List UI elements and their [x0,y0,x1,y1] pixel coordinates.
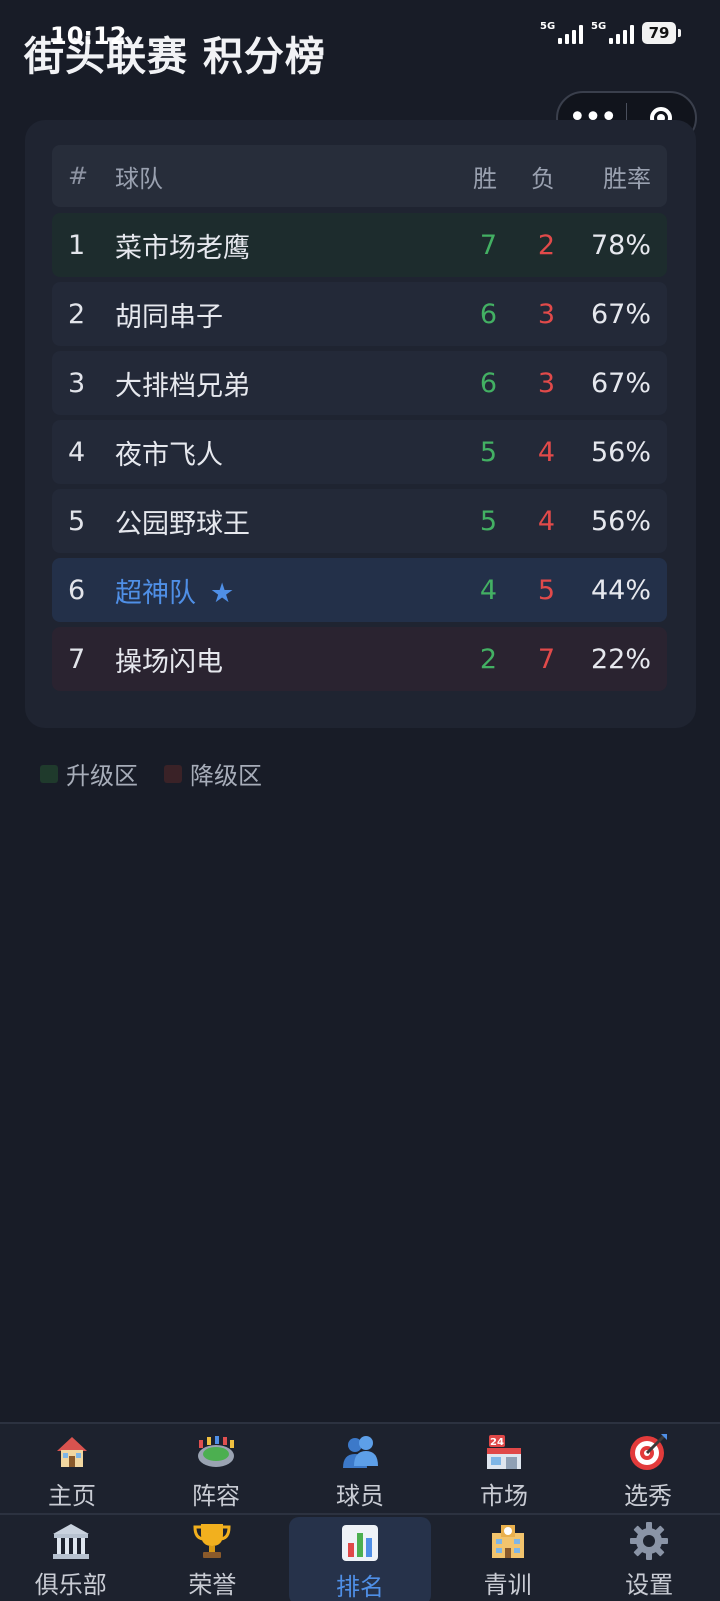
row-team: 操场闪电 [115,646,223,678]
nav-label: 设置 [625,1571,674,1599]
row-win-rate: 67% [590,298,651,330]
house-icon [52,1432,92,1472]
nav-label: 选秀 [624,1482,672,1510]
row-rank: 6 [68,574,86,606]
nav-item-players[interactable]: 球员 [288,1424,432,1512]
nav-item-club[interactable]: 俱乐部 [0,1515,142,1601]
nav-label: 排名 [335,1573,384,1601]
promotion-label: 升级区 [66,762,138,790]
relegation-swatch [164,764,182,783]
row-team: 菜市场老鹰 [115,232,250,264]
battery-level: 79 [648,24,670,42]
nav-item-draft[interactable]: 选秀 [576,1424,720,1512]
school-icon [488,1521,528,1561]
table-row[interactable]: 1 菜市场老鹰 7 2 78% [52,213,667,277]
table-row[interactable]: 7 操场闪电 2 7 22% [52,627,667,691]
row-win-rate: 67% [590,367,651,399]
network-type-1: 5G [540,21,556,32]
stadium-icon [196,1432,236,1472]
row-team: 大排档兄弟 [115,370,250,402]
table-row[interactable]: 2 胡同串子 6 3 67% [52,282,667,346]
row-losses: 2 [537,229,555,261]
zone-legend: 升级区 降级区 [40,756,262,791]
row-team: 超神队 ★ [115,571,234,610]
network-type-2: 5G [591,21,607,32]
players-icon [340,1432,380,1472]
header-wins: 胜 [473,164,497,193]
header-rank: # [68,162,89,190]
gear-icon [629,1521,669,1561]
row-team-name: 超神队 [115,577,196,609]
battery-icon: 79 [642,22,681,44]
row-team: 夜市飞人 [115,439,223,471]
nav-label: 球员 [336,1482,384,1510]
header-losses: 负 [531,164,555,193]
nav-label: 荣誉 [188,1571,237,1599]
row-wins: 7 [479,229,497,261]
row-win-rate: 78% [590,229,651,261]
row-wins: 6 [479,367,497,399]
row-win-rate: 56% [590,505,651,537]
row-team: 胡同串子 [115,301,223,333]
signal-icon: 5G [540,21,583,44]
nav-item-youth-training[interactable]: 青训 [437,1515,579,1601]
header-win-rate: 胜率 [603,164,651,193]
row-wins: 4 [479,574,497,606]
row-wins: 5 [479,505,497,537]
row-team: 公园野球王 [115,508,250,540]
row-rank: 4 [68,436,86,468]
star-icon: ★ [210,577,235,609]
row-losses: 4 [537,505,555,537]
row-wins: 5 [479,436,497,468]
table-header: # 球队 胜 负 胜率 [52,145,667,207]
row-rank: 7 [68,643,86,675]
signal-icon-2: 5G [591,21,634,44]
row-losses: 3 [537,298,555,330]
nav-label: 主页 [48,1482,96,1510]
status-time: 10:12 [50,22,127,50]
row-win-rate: 22% [590,643,651,675]
nav-label: 阵容 [192,1482,240,1510]
nav-item-rankings[interactable]: 排名 [289,1517,431,1601]
nav-item-lineup[interactable]: 阵容 [144,1424,288,1512]
row-wins: 6 [479,298,497,330]
row-losses: 5 [537,574,555,606]
nav-row-secondary: 俱乐部 荣誉 排名 青训 设置 [0,1513,720,1601]
status-icons: 5G 5G 79 [540,21,681,44]
target-icon [628,1432,668,1472]
row-losses: 3 [537,367,555,399]
standings-card: # 球队 胜 负 胜率 1 菜市场老鹰 7 2 78% 2 胡同串子 6 3 6… [25,120,696,728]
row-rank: 3 [68,367,86,399]
table-row[interactable]: 3 大排档兄弟 6 3 67% [52,351,667,415]
trophy-icon [192,1521,232,1561]
nav-label: 俱乐部 [34,1571,107,1599]
nav-row-primary: 主页 阵容 球员 24 市场 选秀 [0,1424,720,1512]
relegation-label: 降级区 [190,762,262,790]
row-losses: 7 [537,643,555,675]
row-losses: 4 [537,436,555,468]
nav-item-home[interactable]: 主页 [0,1424,144,1512]
row-win-rate: 44% [590,574,651,606]
nav-label: 青训 [483,1571,532,1599]
table-row-my-team[interactable]: 6 超神队 ★ 4 5 44% [52,558,667,622]
bottom-navigation: 主页 阵容 球员 24 市场 选秀 俱乐部 荣誉 排名 青训 设置 [0,1422,720,1601]
bar-chart-icon [340,1523,380,1563]
promotion-swatch [40,764,58,783]
nav-item-honors[interactable]: 荣誉 [142,1515,284,1601]
row-win-rate: 56% [590,436,651,468]
row-rank: 5 [68,505,86,537]
header-team: 球队 [115,164,163,193]
table-row[interactable]: 5 公园野球王 5 4 56% [52,489,667,553]
classical-building-icon [51,1521,91,1561]
row-wins: 2 [479,643,497,675]
store-icon: 24 [484,1432,524,1472]
nav-item-settings[interactable]: 设置 [578,1515,720,1601]
row-rank: 1 [68,229,86,261]
standings-page: 10:12 街头联赛 积分榜 5G 5G 79 ••• # 球队 胜 负 胜率 [0,0,720,1601]
nav-label: 市场 [480,1482,528,1510]
row-rank: 2 [68,298,86,330]
table-row[interactable]: 4 夜市飞人 5 4 56% [52,420,667,484]
nav-item-market[interactable]: 24 市场 [432,1424,576,1512]
svg-text:24: 24 [490,1437,504,1448]
